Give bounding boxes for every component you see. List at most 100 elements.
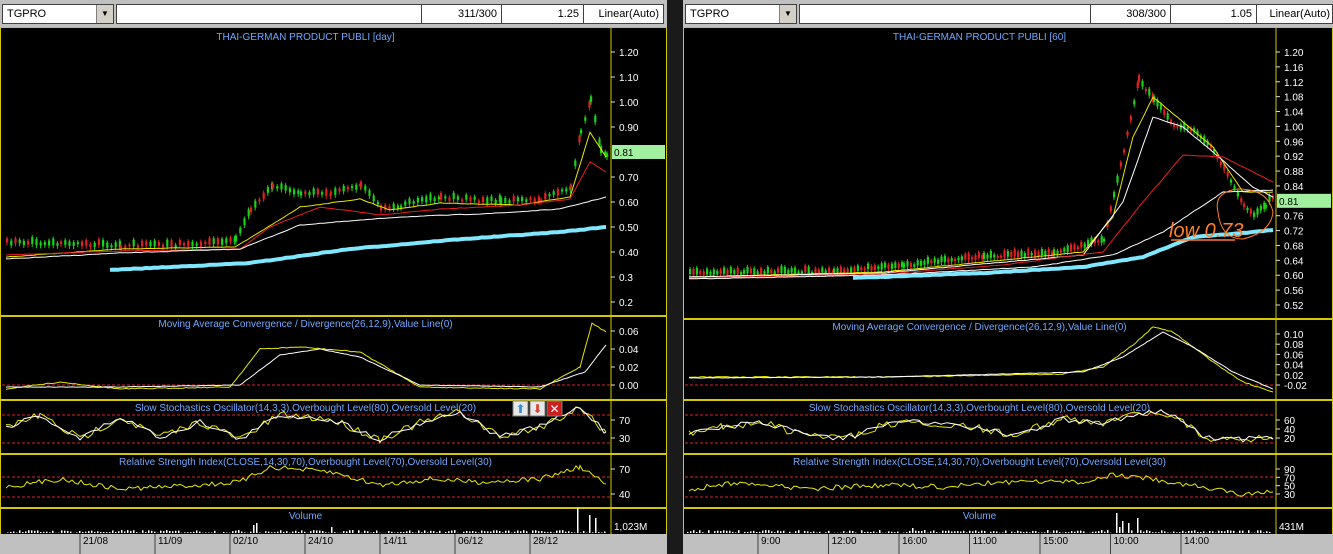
close-icon[interactable]: ✕ (546, 400, 563, 417)
candle-body (1243, 203, 1246, 208)
volume-bar (876, 532, 878, 533)
volume-bar (517, 530, 519, 533)
candle-body (853, 267, 856, 272)
candle-body (1027, 248, 1030, 256)
candle-body (461, 199, 464, 202)
arrow-up-icon-glyph[interactable]: ⬆ (515, 402, 525, 416)
volume-bar (358, 530, 360, 533)
volume-bar (556, 530, 558, 533)
volume-bar (1092, 531, 1094, 533)
candle-body (392, 203, 395, 209)
price-tick-label: 0.92 (1284, 152, 1304, 163)
candle-body (856, 265, 859, 271)
candle-body (983, 252, 986, 259)
candle-body (22, 240, 25, 245)
candle-body (584, 117, 587, 121)
volume-bar (1161, 530, 1163, 533)
volume-bar (957, 531, 959, 533)
volume-bar (1053, 530, 1055, 533)
volume-bar (1014, 532, 1016, 533)
candle-body (529, 197, 532, 201)
volume-bar (696, 532, 698, 533)
candle-body (1109, 206, 1112, 212)
right-symbol-value: TGPRO (690, 8, 730, 20)
ma-short-line (688, 96, 1274, 278)
volume-tick-label: 431M (1279, 522, 1304, 533)
chevron-down-icon[interactable]: ▼ (96, 5, 113, 23)
candle-body (880, 263, 883, 270)
volume-bar (894, 532, 896, 533)
volume-bar (532, 530, 534, 533)
candle-body (288, 188, 291, 193)
candle-body (787, 270, 790, 274)
candle-body (124, 245, 127, 249)
volume-bar (1185, 532, 1187, 533)
close-icon-glyph[interactable]: ✕ (549, 402, 559, 416)
macd-tick-label: 0.04 (619, 345, 639, 356)
candle-body (716, 270, 719, 275)
candle-body (1103, 238, 1106, 242)
left-symbol-select[interactable]: TGPRO ▼ (2, 4, 114, 24)
right-symbol-select[interactable]: TGPRO ▼ (685, 4, 797, 24)
volume-bar (1167, 532, 1169, 533)
pane-frame (0, 27, 667, 316)
candle-body (763, 271, 766, 274)
candle-body (225, 238, 228, 244)
volume-bar (780, 531, 782, 533)
volume-bar (1140, 530, 1142, 533)
volume-bar (31, 530, 33, 533)
volume-bar (1074, 531, 1076, 533)
candle-body (72, 242, 75, 247)
candle-body (913, 264, 916, 267)
candle-body (325, 189, 328, 196)
volume-bar (499, 530, 501, 533)
left-chart-canvas[interactable]: THAI-GERMAN PRODUCT PUBLI [day] Moving Av… (0, 27, 667, 554)
volume-bar (28, 530, 30, 533)
candle-body (814, 268, 817, 273)
volume-bar (771, 531, 773, 533)
volume-bar (388, 530, 390, 533)
right-scale-mode[interactable]: Linear(Auto) (1256, 4, 1333, 24)
volume-bar (1038, 532, 1040, 533)
chevron-down-icon[interactable]: ▼ (779, 5, 796, 23)
candle-body (1119, 162, 1122, 167)
volume-bar (1056, 530, 1058, 533)
candle-body (14, 238, 17, 244)
volume-bar (124, 531, 126, 533)
volume-bar (993, 531, 995, 533)
volume-bar (508, 530, 510, 533)
volume-bar (717, 530, 719, 533)
candle-body (1006, 251, 1009, 257)
candle-body (773, 271, 776, 275)
volume-bar (933, 530, 935, 533)
candle-body (556, 188, 559, 196)
candle-body (561, 189, 564, 192)
candle-body (239, 228, 242, 234)
candle-body (221, 238, 224, 245)
panel-divider[interactable] (667, 0, 683, 554)
candle-body (162, 244, 165, 248)
volume-bar (1017, 530, 1019, 533)
pane-frame (0, 508, 667, 535)
arrow-up-icon[interactable]: ⬆ (512, 400, 529, 417)
time-axis-label: 24/10 (308, 536, 333, 547)
price-tick-label: 0.72 (1284, 227, 1304, 238)
volume-bar (1260, 530, 1262, 533)
arrow-down-icon-glyph[interactable]: ⬇ (532, 402, 542, 416)
volume-bar (295, 530, 297, 533)
candle-body (598, 138, 601, 145)
candle-body (136, 245, 139, 248)
candle-body (149, 241, 152, 247)
volume-bar (972, 531, 974, 533)
time-axis-label: 14:00 (1184, 536, 1209, 547)
volume-bar (403, 532, 405, 533)
volume-bar (1137, 518, 1139, 533)
candle-body (110, 245, 113, 248)
candle-body (606, 153, 609, 157)
candle-body (943, 255, 946, 263)
arrow-down-icon[interactable]: ⬇ (529, 400, 546, 417)
right-chart-canvas[interactable]: THAI-GERMAN PRODUCT PUBLI [60] Moving Ave… (683, 27, 1333, 554)
candle-body (695, 268, 698, 275)
volume-bar (70, 531, 72, 533)
left-scale-mode[interactable]: Linear(Auto) (583, 4, 663, 24)
